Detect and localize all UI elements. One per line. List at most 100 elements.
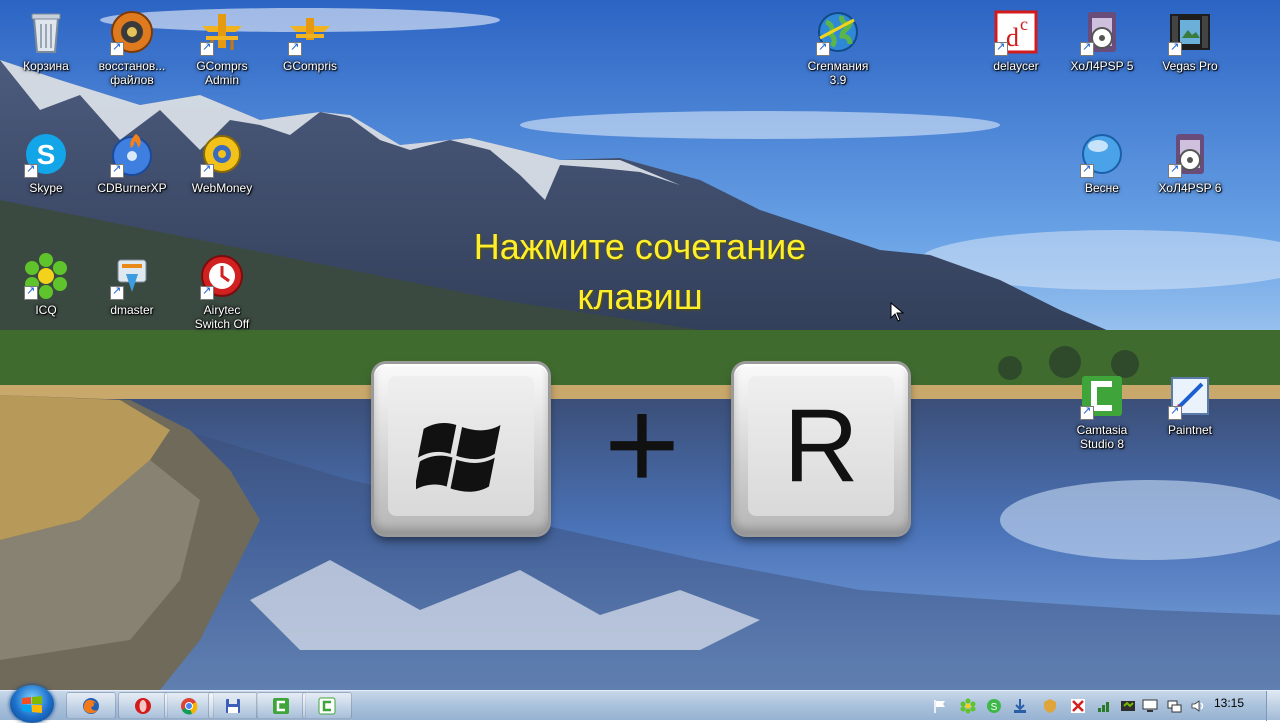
desktop-icon-icq[interactable]: ICQ xyxy=(4,252,88,317)
instruction-text: Нажмите сочетание клавиш xyxy=(340,222,940,322)
desktop-icon-label: delaycer xyxy=(993,59,1039,73)
camtasia-recorder-icon xyxy=(273,698,289,714)
network-connection-icon[interactable] xyxy=(1166,698,1182,714)
shortcut-arrow-icon xyxy=(1080,40,1094,56)
film-icon xyxy=(1078,8,1126,56)
action-center-flag-icon[interactable] xyxy=(932,698,948,714)
volume-icon[interactable] xyxy=(1190,698,1206,714)
desktop-icon-globe[interactable]: Crenмания 3.9 xyxy=(796,8,880,87)
globe-icon xyxy=(814,8,862,56)
shortcut-arrow-icon xyxy=(1168,404,1182,420)
desktop-icon-label: Camtasia Studio 8 xyxy=(1076,423,1128,451)
desktop-icon-label: Crenмания 3.9 xyxy=(807,59,869,87)
windows-logo-icon xyxy=(22,696,42,713)
svg-text:S: S xyxy=(37,139,56,170)
skype-icon: S xyxy=(22,130,70,178)
windows-key xyxy=(374,364,548,534)
shield-tray-icon[interactable] xyxy=(1042,698,1058,714)
desktop-icon-paintnet[interactable]: Paintnet xyxy=(1148,372,1232,437)
desktop-icon-skype[interactable]: S Skype xyxy=(4,130,88,195)
network-tray-icon[interactable] xyxy=(1096,698,1112,714)
desktop[interactable]: Корзина восстанов... файлов GComprs Admi… xyxy=(0,0,1280,690)
desktop-icon-dmaster[interactable]: dmaster xyxy=(90,252,174,317)
mouse-cursor-icon xyxy=(890,302,904,322)
desktop-icon-camtasia[interactable]: Camtasia Studio 8 xyxy=(1060,372,1144,451)
camtasia-icon xyxy=(318,697,336,715)
switch-off-icon xyxy=(198,252,246,300)
windows-logo-icon xyxy=(416,423,501,492)
desktop-icon-xilisoft-6[interactable]: ХоЛ4PSP 6 xyxy=(1148,130,1232,195)
shortcut-arrow-icon xyxy=(24,284,38,300)
desktop-icon-webmoney[interactable]: WebMoney xyxy=(180,130,264,195)
shortcut-arrow-icon xyxy=(1080,404,1094,420)
skype-tray-icon[interactable]: S xyxy=(986,698,1002,714)
desktop-icon-label: Весне xyxy=(1085,181,1119,195)
taskbar-firefox[interactable] xyxy=(66,692,116,719)
disk-icon xyxy=(226,699,240,713)
show-desktop-button[interactable] xyxy=(1266,691,1280,721)
desktop-icon-label: восстанов... файлов xyxy=(98,59,166,87)
icq-icon xyxy=(22,252,70,300)
taskbar-disk[interactable] xyxy=(208,692,258,719)
desktop-icon-file-recovery[interactable]: восстанов... файлов xyxy=(90,8,174,87)
desktop-icon-vegas-pro[interactable]: Vegas Pro xyxy=(1148,8,1232,73)
svg-text:S: S xyxy=(991,702,998,713)
film-icon xyxy=(1166,130,1214,178)
desktop-icon-cdburnerxp[interactable]: CDBurnerXP xyxy=(90,130,174,195)
taskbar-clock[interactable]: 13:15 xyxy=(1214,696,1244,710)
desktop-icon-label: ХоЛ4PSP 5 xyxy=(1070,59,1134,73)
red-x-tray-icon[interactable] xyxy=(1070,698,1086,714)
desktop-icon-label: ICQ xyxy=(35,303,57,317)
desktop-icon-xilisoft-5[interactable]: ХоЛ4PSP 5 xyxy=(1060,8,1144,73)
taskbar: S 13:15 xyxy=(0,685,1280,723)
firefox-icon xyxy=(83,698,99,714)
r-key: R xyxy=(734,364,908,534)
shortcut-arrow-icon xyxy=(200,40,214,56)
shortcut-arrow-icon xyxy=(24,162,38,178)
desktop-icon-recycle-bin[interactable]: Корзина xyxy=(4,8,88,73)
taskbar-opera[interactable] xyxy=(118,692,168,719)
shortcut-arrow-icon xyxy=(994,40,1008,56)
shortcut-arrow-icon xyxy=(1080,162,1094,178)
gcompris-icon xyxy=(286,8,334,56)
instruction-line-2: клавиш xyxy=(577,276,703,317)
shortcut-arrow-icon xyxy=(110,40,124,56)
desktop-icon-label: WebMoney xyxy=(191,181,253,195)
desktop-icon-gcompris-admin[interactable]: GComprs Admin xyxy=(180,8,264,87)
recycle-bin-icon xyxy=(22,8,70,56)
desktop-icon-delaycer[interactable]: dc delaycer xyxy=(974,8,1058,73)
svg-text:c: c xyxy=(1020,14,1028,34)
opera-icon xyxy=(135,698,151,714)
monitor-tray-icon[interactable] xyxy=(1142,698,1158,714)
desktop-icon-label: Paintnet xyxy=(1167,423,1213,437)
desktop-icon-label: GComprs Admin xyxy=(196,59,248,87)
download-tray-icon[interactable] xyxy=(1012,698,1028,714)
desktop-icon-label: ХоЛ4PSP 6 xyxy=(1158,181,1222,195)
r-key-face: R xyxy=(748,376,894,516)
desktop-icon-airytec[interactable]: Airytec Switch Off xyxy=(180,252,264,331)
windows-key-face xyxy=(388,376,534,516)
shortcut-arrow-icon xyxy=(1168,40,1182,56)
weather-globe-icon xyxy=(1078,130,1126,178)
shortcut-arrow-icon xyxy=(1168,162,1182,178)
paint-icon xyxy=(1166,372,1214,420)
taskbar-camtasia[interactable] xyxy=(302,692,352,719)
icq-tray-icon[interactable] xyxy=(960,698,976,714)
gcompris-icon xyxy=(198,8,246,56)
shortcut-arrow-icon xyxy=(816,40,830,56)
cdburner-icon xyxy=(108,130,156,178)
taskbar-camtasia-recorder[interactable] xyxy=(256,692,306,719)
start-button[interactable] xyxy=(10,685,54,723)
desktop-icon-weather[interactable]: Весне xyxy=(1060,130,1144,195)
shortcut-arrow-icon xyxy=(110,284,124,300)
file-recovery-icon xyxy=(108,8,156,56)
webmoney-icon xyxy=(198,130,246,178)
desktop-icon-label: Airytec Switch Off xyxy=(194,303,250,331)
instruction-line-1: Нажмите сочетание xyxy=(473,226,807,267)
gpu-tray-icon[interactable] xyxy=(1120,698,1136,714)
desktop-icon-label: dmaster xyxy=(110,303,154,317)
taskbar-chrome[interactable] xyxy=(164,692,214,719)
desktop-icon-label: CDBurnerXP xyxy=(97,181,167,195)
shortcut-arrow-icon xyxy=(288,40,302,56)
desktop-icon-gcompris[interactable]: GCompris xyxy=(268,8,352,73)
